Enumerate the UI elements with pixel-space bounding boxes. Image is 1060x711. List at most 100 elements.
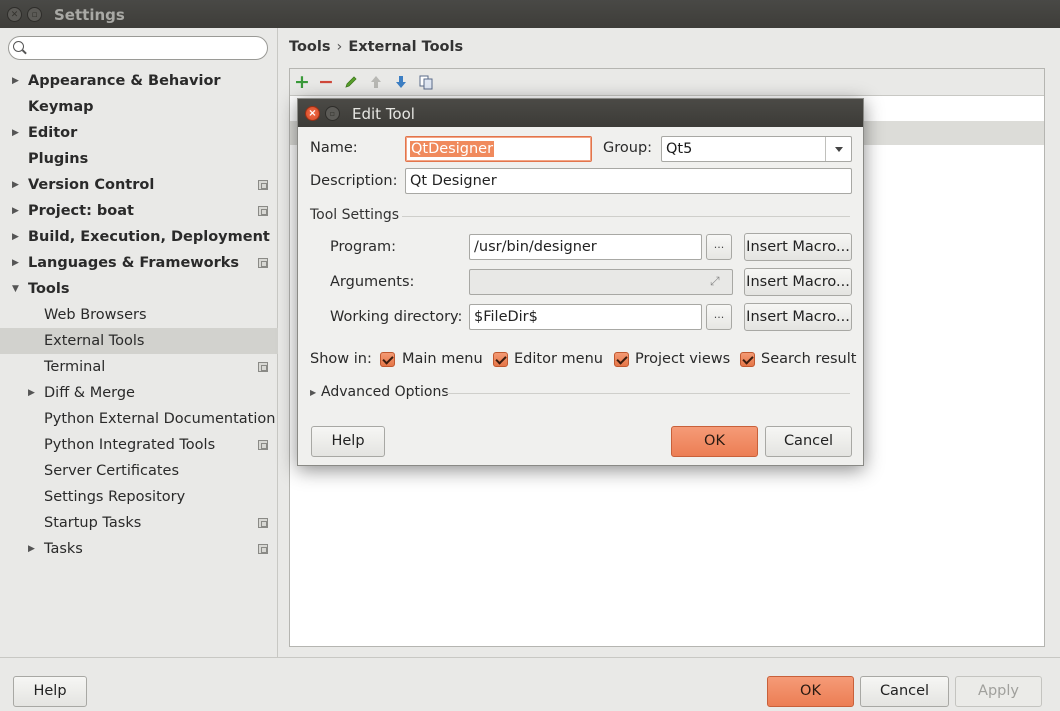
- sidebar-item-diff-merge[interactable]: ▶ Diff & Merge: [0, 380, 278, 406]
- program-insert-macro-button[interactable]: Insert Macro...: [744, 233, 852, 261]
- group-label: Group:: [603, 140, 653, 156]
- cancel-button[interactable]: Cancel: [860, 676, 949, 707]
- project-settings-icon: [258, 362, 268, 372]
- sidebar-item-web-browsers[interactable]: Web Browsers: [0, 302, 278, 328]
- move-down-icon[interactable]: [393, 74, 409, 90]
- dialog-cancel-button[interactable]: Cancel: [765, 426, 852, 457]
- description-field[interactable]: Qt Designer: [405, 168, 852, 194]
- sidebar-item-label: Terminal: [44, 359, 106, 375]
- main-menu-checkbox[interactable]: [380, 352, 395, 367]
- sidebar-item-external-tools[interactable]: External Tools: [0, 328, 278, 354]
- window-title: Settings: [54, 6, 125, 24]
- add-icon[interactable]: +: [294, 73, 310, 92]
- sidebar-item-label: Settings Repository: [44, 489, 186, 505]
- dialog-title: Edit Tool: [352, 105, 415, 123]
- apply-button[interactable]: Apply: [955, 676, 1042, 707]
- project-views-checkbox[interactable]: [614, 352, 629, 367]
- sidebar-item-languages-frameworks[interactable]: ▶ Languages & Frameworks: [0, 250, 278, 276]
- tool-settings-heading: Tool Settings: [310, 207, 400, 223]
- breadcrumb-parent: Tools: [289, 39, 331, 55]
- search-result-label: Search result: [761, 351, 857, 367]
- sidebar-item-python-integrated-tools[interactable]: Python Integrated Tools: [0, 432, 278, 458]
- sidebar-item-label: Startup Tasks: [44, 515, 142, 531]
- edit-icon[interactable]: [343, 74, 359, 90]
- sidebar-item-tools[interactable]: ▼ Tools: [0, 276, 278, 302]
- breadcrumb-separator: ›: [336, 39, 343, 55]
- expand-arrow-icon[interactable]: ▶: [12, 68, 19, 94]
- sidebar-item-server-certificates[interactable]: Server Certificates: [0, 458, 278, 484]
- sidebar-item-terminal[interactable]: Terminal: [0, 354, 278, 380]
- breadcrumb: Tools › External Tools: [289, 39, 463, 55]
- expand-arrow-icon[interactable]: ▶: [310, 388, 316, 397]
- sidebar-item-version-control[interactable]: ▶ Version Control: [0, 172, 278, 198]
- sidebar-item-settings-repository[interactable]: Settings Repository: [0, 484, 278, 510]
- expand-arrow-icon[interactable]: ▶: [28, 536, 35, 562]
- search-input[interactable]: [8, 36, 268, 60]
- program-browse-button[interactable]: ...: [706, 234, 732, 260]
- dialog-close-icon[interactable]: ×: [305, 106, 320, 121]
- project-views-label: Project views: [635, 351, 731, 367]
- remove-icon[interactable]: −: [318, 73, 334, 92]
- name-field-value: QtDesigner: [410, 141, 495, 157]
- arguments-insert-macro-button[interactable]: Insert Macro...: [744, 268, 852, 296]
- workdir-insert-macro-button[interactable]: Insert Macro...: [744, 303, 852, 331]
- dialog-help-button[interactable]: Help: [311, 426, 385, 457]
- sidebar-item-editor[interactable]: ▶ Editor: [0, 120, 278, 146]
- name-field[interactable]: QtDesigner: [405, 136, 592, 162]
- expand-arrow-icon[interactable]: ▶: [12, 224, 19, 250]
- dialog-titlebar: × ▫ Edit Tool: [298, 99, 863, 127]
- window-titlebar: ✕ ▫ Settings: [0, 0, 1060, 28]
- expand-arrow-icon[interactable]: ▶: [12, 198, 19, 224]
- project-settings-icon: [258, 258, 268, 268]
- arguments-field[interactable]: [469, 269, 733, 295]
- sidebar-item-tasks[interactable]: ▶ Tasks: [0, 536, 278, 562]
- expand-arrow-icon[interactable]: ▶: [12, 120, 19, 146]
- settings-window: ✕ ▫ Settings ▶ Appearance & Behavior Key…: [0, 0, 1060, 711]
- expand-arrow-icon[interactable]: ▶: [28, 380, 35, 406]
- workdir-browse-button[interactable]: ...: [706, 304, 732, 330]
- dialog-minimize-icon[interactable]: ▫: [325, 106, 340, 121]
- editor-menu-label: Editor menu: [514, 351, 603, 367]
- project-settings-icon: [258, 544, 268, 554]
- settings-sidebar: ▶ Appearance & Behavior Keymap ▶ Editor …: [0, 28, 278, 657]
- dialog-ok-button[interactable]: OK: [671, 426, 758, 457]
- copy-icon[interactable]: [418, 74, 434, 90]
- settings-footer: Help OK Cancel Apply: [0, 657, 1060, 711]
- window-minimize-icon[interactable]: ▫: [27, 7, 42, 22]
- program-label: Program:: [330, 239, 397, 255]
- editor-menu-checkbox[interactable]: [493, 352, 508, 367]
- sidebar-item-startup-tasks[interactable]: Startup Tasks: [0, 510, 278, 536]
- edit-tool-dialog: × ▫ Edit Tool Name: QtDesigner Group: Qt…: [297, 98, 864, 466]
- working-directory-label: Working directory:: [330, 309, 463, 325]
- search-result-checkbox[interactable]: [740, 352, 755, 367]
- sidebar-item-label: Tasks: [44, 541, 83, 557]
- sidebar-item-appearance-behavior[interactable]: ▶ Appearance & Behavior: [0, 68, 278, 94]
- sidebar-item-label: Appearance & Behavior: [28, 73, 221, 89]
- help-button[interactable]: Help: [13, 676, 87, 707]
- sidebar-item-python-external-documentation[interactable]: Python External Documentation: [0, 406, 278, 432]
- sidebar-item-plugins[interactable]: Plugins: [0, 146, 278, 172]
- group-combobox[interactable]: Qt5: [661, 136, 852, 162]
- expand-field-icon[interactable]: ⤢: [710, 274, 720, 289]
- collapse-arrow-icon[interactable]: ▼: [12, 276, 19, 302]
- section-divider: [402, 216, 850, 217]
- sidebar-item-label: Plugins: [28, 151, 89, 167]
- search-icon: [13, 41, 24, 52]
- sidebar-item-build-execution-deployment[interactable]: ▶ Build, Execution, Deployment: [0, 224, 278, 250]
- ok-button[interactable]: OK: [767, 676, 854, 707]
- sidebar-item-label: Python Integrated Tools: [44, 437, 216, 453]
- move-up-icon[interactable]: [368, 74, 384, 90]
- project-settings-icon: [258, 518, 268, 528]
- expand-arrow-icon[interactable]: ▶: [12, 172, 19, 198]
- sidebar-item-keymap[interactable]: Keymap: [0, 94, 278, 120]
- advanced-options-toggle[interactable]: Advanced Options: [321, 384, 449, 400]
- project-settings-icon: [258, 440, 268, 450]
- chevron-down-icon[interactable]: [825, 137, 851, 161]
- sidebar-item-label: Keymap: [28, 99, 94, 115]
- program-field[interactable]: /usr/bin/designer: [469, 234, 702, 260]
- window-close-icon[interactable]: ✕: [7, 7, 22, 22]
- expand-arrow-icon[interactable]: ▶: [12, 250, 19, 276]
- working-directory-field[interactable]: $FileDir$: [469, 304, 702, 330]
- sidebar-item-project-boat[interactable]: ▶ Project: boat: [0, 198, 278, 224]
- sidebar-item-label: Project: boat: [28, 203, 134, 219]
